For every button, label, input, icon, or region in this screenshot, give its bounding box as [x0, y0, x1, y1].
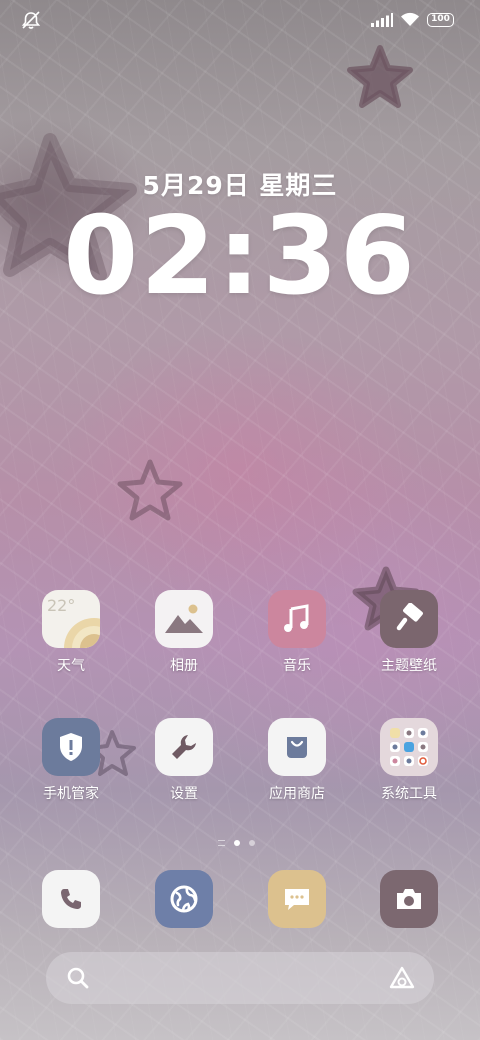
dock-phone[interactable]: [16, 870, 126, 928]
app-theme[interactable]: 主题壁纸: [354, 590, 464, 675]
mute-icon: [20, 10, 42, 34]
settings-wrench-icon: [155, 718, 213, 776]
weather-icon: 22°: [42, 590, 100, 648]
wallpaper-star-icon: [117, 459, 183, 521]
camera-icon: [380, 870, 438, 928]
app-label: 主题壁纸: [381, 658, 437, 674]
page-indicator[interactable]: [218, 840, 255, 846]
status-bar: 100: [20, 10, 454, 32]
app-label: 音乐: [283, 658, 311, 674]
app-label: 手机管家: [43, 786, 99, 802]
battery-indicator: 100: [427, 12, 454, 27]
signal-icon: [371, 12, 393, 27]
app-label: 应用商店: [269, 786, 325, 802]
app-weather[interactable]: 22° 天气: [16, 590, 126, 675]
app-label: 相册: [170, 658, 198, 674]
app-folder-system-tools[interactable]: 系统工具: [354, 718, 464, 803]
wallpaper-star-icon: [347, 45, 413, 108]
app-music[interactable]: 音乐: [242, 590, 352, 675]
app-store[interactable]: 应用商店: [242, 718, 352, 803]
app-gallery[interactable]: 相册: [129, 590, 239, 675]
app-label: 设置: [170, 786, 198, 802]
dock-browser[interactable]: [129, 870, 239, 928]
security-shield-icon: [42, 718, 100, 776]
browser-icon: [155, 870, 213, 928]
theme-icon: [380, 590, 438, 648]
phone-icon: [42, 870, 100, 928]
app-settings[interactable]: 设置: [129, 718, 239, 803]
page-indicator-feed[interactable]: [218, 840, 225, 846]
lockscreen-time[interactable]: 02:36: [0, 192, 480, 322]
page-indicator-dot-active[interactable]: [234, 840, 240, 846]
search-icon: [67, 967, 89, 989]
search-bar[interactable]: [46, 952, 434, 1004]
music-icon: [268, 590, 326, 648]
dock-messages[interactable]: [242, 870, 352, 928]
app-label: 系统工具: [381, 786, 437, 802]
app-label: 天气: [57, 658, 85, 674]
folder-icon: [380, 718, 438, 776]
app-security[interactable]: 手机管家: [16, 718, 126, 803]
voice-assistant-icon[interactable]: [388, 965, 416, 991]
wifi-icon: [401, 12, 419, 26]
dock-camera[interactable]: [354, 870, 464, 928]
page-indicator-dot[interactable]: [249, 840, 255, 846]
messages-icon: [268, 870, 326, 928]
app-store-bag-icon: [268, 718, 326, 776]
gallery-icon: [155, 590, 213, 648]
